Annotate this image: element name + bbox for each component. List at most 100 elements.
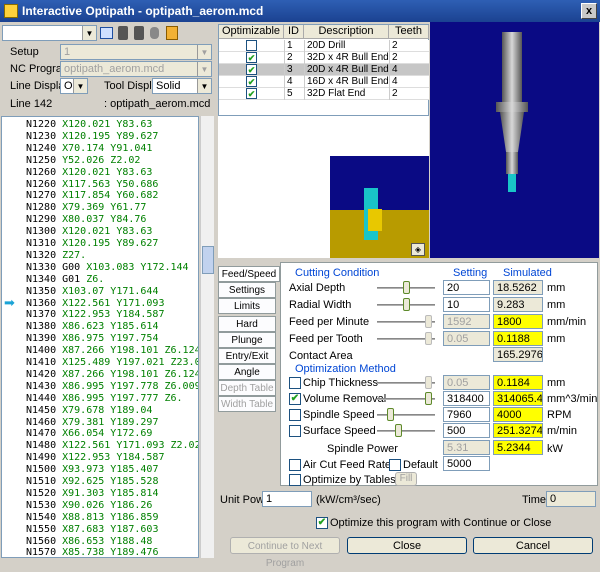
- code-token: N1270: [26, 190, 63, 202]
- setting-input[interactable]: 1592: [443, 314, 490, 329]
- chevron-down-icon: ▼: [197, 79, 211, 93]
- setup-select[interactable]: 1 ▼: [60, 44, 212, 60]
- optimization-checkbox[interactable]: ✔: [289, 393, 301, 405]
- chevron-down-icon: ▼: [197, 45, 211, 59]
- code-token: N1530: [26, 499, 63, 511]
- slider-knob[interactable]: [395, 424, 402, 437]
- fill-button[interactable]: Fill: [395, 472, 417, 486]
- list-icon[interactable]: [100, 27, 113, 39]
- unit-power-input[interactable]: 1: [262, 491, 312, 507]
- code-token: X87.683: [62, 523, 111, 535]
- continue-next-program-button[interactable]: Continue to Next Program: [230, 537, 340, 569]
- tab-settings[interactable]: Settings: [218, 282, 276, 298]
- slider-knob[interactable]: [425, 315, 432, 328]
- tool-icon[interactable]: [134, 26, 144, 40]
- wrench-icon[interactable]: [118, 26, 128, 40]
- tab-width-table[interactable]: Width Table: [218, 396, 276, 412]
- tool-display-select[interactable]: Solid ▼: [152, 78, 212, 94]
- slider-knob[interactable]: [403, 281, 410, 294]
- unit-label: mm^3/min: [547, 393, 598, 405]
- code-token: G01: [62, 273, 87, 285]
- unit-label: mm/min: [547, 316, 587, 328]
- nc-code-list[interactable]: N1220 X120.021 Y83.63 N1230 X120.195 Y89.…: [1, 116, 199, 558]
- code-token: N1260: [26, 178, 63, 190]
- code-token: N1370: [26, 309, 63, 321]
- default-checkbox[interactable]: [389, 459, 401, 471]
- code-token: Y171.093: [116, 440, 171, 452]
- tool-3d-preview: [430, 22, 599, 258]
- col-header-optimizable[interactable]: Optimizable: [219, 25, 284, 39]
- optimizable-checkbox[interactable]: ✔: [246, 76, 257, 87]
- code-token: N1260: [26, 166, 63, 178]
- holder-upper: [502, 32, 522, 102]
- tab-limits[interactable]: Limits: [218, 298, 276, 314]
- tools-table[interactable]: Optimizable ID Description Teeth 1 20D Dr…: [218, 24, 429, 116]
- code-token: X120.195: [62, 238, 117, 249]
- code-token: N1320: [26, 249, 63, 261]
- scrollbar-thumb[interactable]: [202, 246, 214, 274]
- tab-entry-exit[interactable]: Entry/Exit: [218, 348, 276, 364]
- optimizable-checkbox[interactable]: ✔: [246, 52, 257, 63]
- close-window-button[interactable]: x: [581, 3, 597, 19]
- nc-program-select[interactable]: optipath_aerom.mcd ▼: [60, 61, 212, 77]
- col-header-teeth[interactable]: Teeth: [389, 25, 429, 39]
- setting-input[interactable]: 10: [443, 297, 490, 312]
- code-token: N1300: [26, 226, 63, 238]
- slider-knob[interactable]: [425, 332, 432, 345]
- stack-icon[interactable]: [150, 27, 159, 39]
- line-display-select[interactable]: On ▼: [60, 78, 88, 94]
- slider-knob[interactable]: [425, 392, 432, 405]
- optimize-program-checkbox[interactable]: ✔: [316, 517, 328, 529]
- optimizable-checkbox[interactable]: [246, 40, 257, 51]
- unit-power-unit: (kW/cm³/sec): [316, 494, 381, 506]
- optimization-checkbox[interactable]: [289, 409, 301, 421]
- slider-track[interactable]: [377, 414, 435, 416]
- spindle-power-setting[interactable]: 5.31: [443, 440, 490, 455]
- tab-depth-table[interactable]: Depth Table: [218, 380, 276, 396]
- optimizable-checkbox[interactable]: ✔: [246, 88, 257, 99]
- cancel-button[interactable]: Cancel: [473, 537, 593, 554]
- optimizable-checkbox[interactable]: ✔: [246, 64, 257, 75]
- code-token: N1250: [26, 154, 63, 166]
- code-token: X122.953: [62, 452, 117, 464]
- col-header-id[interactable]: ID: [284, 25, 304, 39]
- optimize-by-tables-checkbox[interactable]: [289, 474, 301, 486]
- cell-desc: 32D x 4R Bull End: [304, 52, 389, 64]
- feed-speed-panel: Cutting Condition Setting Simulated Axia…: [280, 262, 598, 486]
- close-button[interactable]: Close: [347, 537, 467, 554]
- exit-icon[interactable]: [166, 26, 178, 40]
- cutter: [508, 174, 516, 192]
- slider-knob[interactable]: [387, 408, 394, 421]
- snapshot-icon[interactable]: ◈: [411, 243, 425, 256]
- slider-knob[interactable]: [403, 298, 410, 311]
- current-line-arrow-icon: ➡: [4, 295, 15, 310]
- optimization-label: Surface Speed: [303, 425, 376, 437]
- optimization-checkbox[interactable]: [289, 377, 301, 389]
- setting-input[interactable]: 7960: [443, 407, 490, 422]
- tab-hard-material[interactable]: Hard Material: [218, 316, 276, 345]
- code-line[interactable]: N1570 X85.738 Y189.476: [26, 547, 158, 557]
- setting-input[interactable]: 0.05: [443, 331, 490, 346]
- tab-feed-speed[interactable]: Feed/Speed: [218, 266, 280, 282]
- slider-track[interactable]: [377, 430, 435, 432]
- setting-input[interactable]: 0.05: [443, 375, 490, 390]
- code-token: Y197.754: [110, 333, 159, 345]
- toolbar-combo[interactable]: ▼: [2, 25, 97, 41]
- tab-plunge[interactable]: Plunge: [218, 332, 276, 348]
- slider-knob[interactable]: [425, 376, 432, 389]
- air-cut-input[interactable]: 5000: [443, 456, 490, 471]
- air-cut-checkbox[interactable]: [289, 459, 301, 471]
- setting-input[interactable]: 500: [443, 423, 490, 438]
- col-header-description[interactable]: Description: [304, 25, 389, 39]
- setting-input[interactable]: 318400: [443, 391, 490, 406]
- unit-label: mm: [547, 377, 566, 389]
- optimization-checkbox[interactable]: [289, 425, 301, 437]
- code-token: Z6.: [86, 273, 105, 285]
- tab-angle[interactable]: Angle: [218, 364, 276, 380]
- setup-value: 1: [64, 46, 71, 58]
- setting-input[interactable]: 20: [443, 280, 490, 295]
- code-token: N1400: [26, 345, 63, 357]
- chevron-down-icon: ▼: [197, 62, 211, 76]
- code-token: X93.973: [62, 464, 111, 476]
- code-scrollbar[interactable]: [200, 116, 214, 558]
